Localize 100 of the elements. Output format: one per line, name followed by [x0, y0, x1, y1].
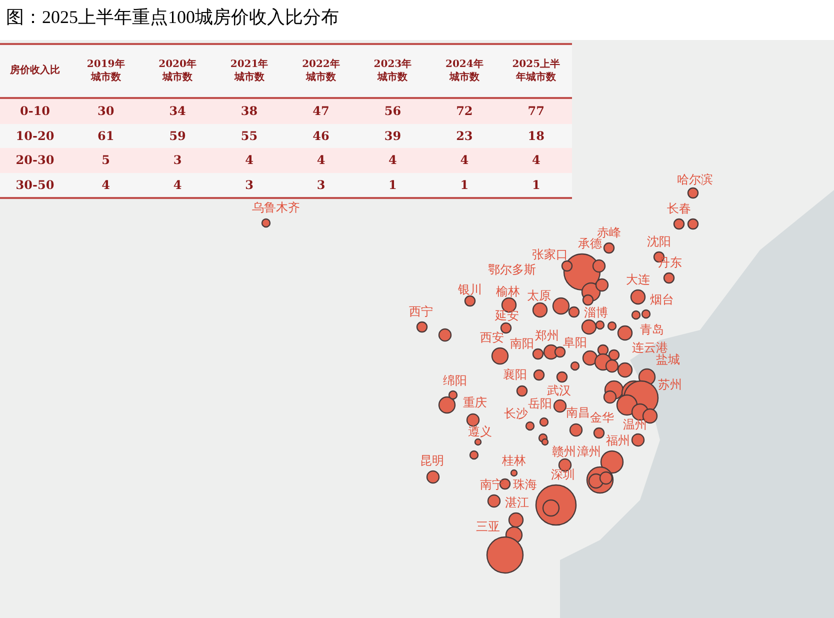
- table-cell-text: 30-50: [14, 178, 56, 192]
- city-bubble: [617, 362, 633, 378]
- city-label: 承德: [578, 237, 602, 251]
- city-label: 珠海: [513, 478, 537, 492]
- city-label: 福州: [606, 434, 630, 448]
- city-bubble: [554, 346, 566, 358]
- city-bubble: [570, 361, 580, 371]
- city-bubble: [426, 470, 440, 484]
- table-cell-text: 3: [244, 178, 254, 192]
- city-bubble: [593, 427, 605, 439]
- city-bubble: [582, 350, 598, 366]
- table-cell-text: 5: [100, 153, 112, 168]
- city-label: 三亚: [476, 520, 500, 534]
- city-label: 昆明: [420, 454, 444, 468]
- city-label: 金华: [590, 411, 614, 425]
- city-label: 淄博: [584, 306, 608, 320]
- city-label: 桂林: [502, 454, 526, 468]
- table-cell-text: 4: [388, 153, 398, 168]
- column-header: 2022年城市数: [301, 58, 341, 84]
- table-cell-text: 56: [383, 104, 402, 118]
- city-bubble: [532, 302, 548, 318]
- city-bubble: [508, 512, 524, 528]
- table-cell-text: 0-10: [18, 104, 52, 118]
- city-bubble: [261, 218, 271, 228]
- table-cell-text: 3: [172, 153, 183, 168]
- table-cell-text: 20-30: [14, 153, 56, 168]
- city-label: 丹东: [658, 256, 682, 270]
- table-cell-text: 55: [240, 128, 259, 143]
- table-cell-text: 23: [455, 128, 474, 143]
- table-cell-text: 1: [388, 178, 398, 192]
- column-header: 2019年城市数: [86, 58, 126, 84]
- city-label: 南昌: [566, 406, 590, 420]
- column-header: 2023年城市数: [372, 58, 413, 84]
- table-cell-text: 1: [530, 178, 542, 192]
- city-bubble: [491, 347, 509, 365]
- table-cell-text: 61: [96, 128, 116, 143]
- city-label: 乌鲁木齐: [252, 201, 300, 215]
- city-label: 赤峰: [597, 226, 621, 240]
- figure-title: 图：2025上半年重点100城房价收入比分布: [5, 6, 340, 29]
- table-cell-text: 38: [240, 104, 259, 118]
- table-cell-text: 4: [244, 153, 254, 168]
- column-header: 房价收入比: [10, 64, 60, 78]
- city-bubble: [416, 321, 428, 333]
- city-label: 漳州: [577, 445, 601, 459]
- city-label: 武汉: [547, 384, 571, 398]
- city-bubble: [466, 413, 480, 427]
- city-label: 苏州: [658, 378, 682, 392]
- city-label: 大连: [626, 273, 650, 287]
- column-header: 2024年城市数: [444, 58, 484, 84]
- column-header: 2021年城市数: [229, 58, 270, 84]
- city-bubble: [569, 423, 583, 437]
- city-bubble: [532, 348, 544, 360]
- city-label: 银川: [458, 283, 482, 297]
- table-cell-text: 30: [96, 104, 116, 118]
- city-label: 温州: [623, 418, 647, 432]
- city-bubble: [533, 369, 545, 381]
- table-cell-text: 34: [168, 104, 187, 118]
- city-bubble: [687, 218, 699, 230]
- city-label: 连云港: [632, 341, 668, 354]
- city-label: 湛江: [505, 496, 529, 510]
- table-cell-text: 47: [312, 104, 330, 118]
- table-cell-text: 4: [459, 153, 470, 168]
- city-bubble: [687, 187, 699, 199]
- city-label: 榆林: [496, 285, 520, 299]
- table-cell-text: 46: [312, 128, 330, 143]
- city-bubble: [516, 385, 528, 397]
- city-bubble: [603, 242, 615, 254]
- table-cell-text: 4: [316, 153, 326, 168]
- city-bubble: [438, 328, 452, 342]
- city-label: 西安: [480, 331, 504, 345]
- city-label: 赣州: [552, 445, 576, 459]
- table-cell-text: 10-20: [14, 128, 56, 143]
- city-label: 青岛: [640, 323, 664, 337]
- city-label: 阜阳: [563, 336, 587, 350]
- table-cell-text: 72: [455, 104, 474, 118]
- city-label: 南阳: [510, 337, 534, 351]
- table-cell-text: 4: [530, 153, 542, 168]
- table-cell-text: 3: [316, 178, 326, 192]
- city-bubble: [556, 371, 568, 383]
- table-cell-text: 1: [459, 178, 470, 192]
- city-label: 绵阳: [443, 374, 467, 388]
- city-label: 哈尔滨: [677, 173, 713, 187]
- table-cell-text: 4: [172, 178, 183, 192]
- city-label: 深圳: [551, 468, 575, 482]
- city-label: 岳阳: [528, 397, 552, 411]
- table-cell-text: 18: [526, 128, 546, 143]
- column-header: 2025上半年城市数: [512, 58, 561, 84]
- city-bubble: [630, 289, 646, 305]
- city-bubble: [487, 494, 501, 508]
- city-label: 鄂尔多斯: [488, 263, 536, 277]
- city-bubble: [673, 218, 685, 230]
- city-label: 沈阳: [647, 235, 671, 249]
- city-bubble: [631, 433, 645, 447]
- city-label: 长沙: [504, 407, 528, 421]
- city-label: 西宁: [409, 305, 433, 319]
- table-cell-text: 59: [168, 128, 187, 143]
- city-label: 张家口: [532, 248, 568, 262]
- city-bubble: [663, 272, 675, 284]
- city-label: 烟台: [650, 293, 674, 307]
- city-bubble: [605, 359, 619, 373]
